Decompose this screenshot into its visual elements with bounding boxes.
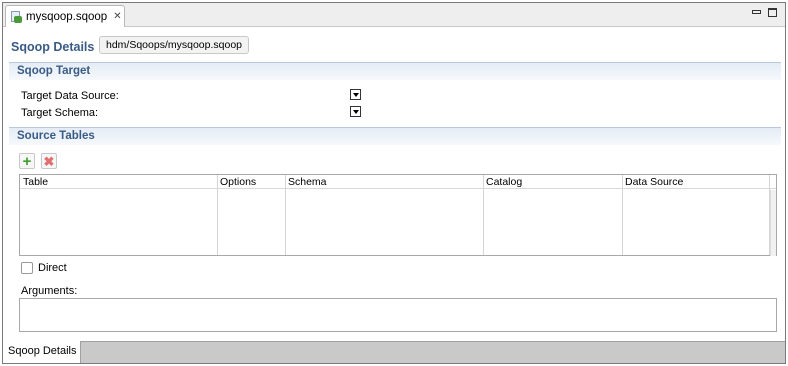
maximize-icon[interactable] (768, 8, 777, 17)
remove-table-button[interactable]: ✖ (41, 153, 57, 169)
column-divider (622, 175, 623, 255)
editor-tab-strip: mysqoop.sqoop ✕ (3, 3, 785, 27)
source-tables-table[interactable]: Table Options Schema Catalog Data Source (19, 174, 777, 256)
page-title: Sqoop Details (11, 40, 95, 54)
remove-icon: ✖ (43, 153, 55, 169)
minimize-icon[interactable] (751, 8, 761, 17)
section-header-sqoop-target[interactable]: Sqoop Target (9, 62, 781, 80)
column-divider (285, 175, 286, 255)
add-table-button[interactable]: + (19, 153, 35, 169)
close-icon[interactable]: ✕ (113, 11, 121, 22)
column-divider (217, 175, 218, 255)
column-divider (483, 175, 484, 255)
tab-sqoop-details[interactable]: Sqoop Details (3, 341, 81, 363)
target-data-source-dropdown[interactable] (350, 89, 361, 100)
column-header-table[interactable]: Table (23, 176, 48, 188)
column-header-data-source[interactable]: Data Source (625, 176, 683, 188)
target-schema-dropdown[interactable] (350, 106, 361, 117)
direct-checkbox-label: Direct (38, 262, 67, 274)
arguments-field[interactable] (19, 298, 777, 332)
column-header-catalog[interactable]: Catalog (486, 176, 522, 188)
window-controls (751, 8, 777, 17)
section-header-source-tables[interactable]: Source Tables (9, 127, 781, 145)
editor-tab-label: mysqoop.sqoop (26, 10, 108, 23)
arguments-label: Arguments: (21, 285, 78, 297)
direct-checkbox[interactable] (21, 262, 33, 274)
table-header-row: Table Options Schema Catalog Data Source (20, 175, 776, 189)
bottom-tab-strip: Sqoop Details (3, 341, 785, 363)
column-header-options[interactable]: Options (220, 176, 256, 188)
target-data-source-label: Target Data Source: (21, 90, 119, 102)
sqoop-file-icon (10, 10, 22, 23)
table-scrollbar[interactable] (770, 190, 776, 256)
add-icon: + (22, 152, 32, 170)
editor-tab-mysqoop[interactable]: mysqoop.sqoop ✕ (5, 5, 125, 27)
editor-window: mysqoop.sqoop ✕ Sqoop Details hdm/Sqoops… (2, 2, 786, 364)
target-schema-label: Target Schema: (21, 107, 99, 119)
column-header-schema[interactable]: Schema (288, 176, 327, 188)
file-path-label: hdm/Sqoops/mysqoop.sqoop (99, 36, 250, 54)
